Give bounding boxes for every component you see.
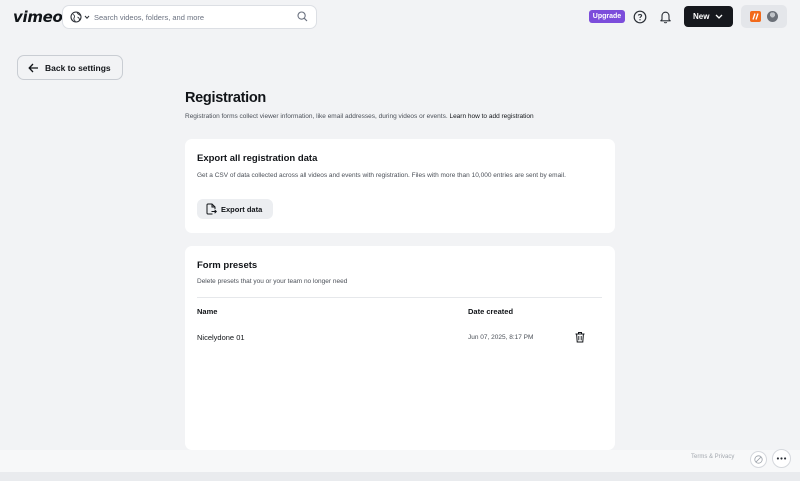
- preset-date-created: Jun 07, 2025, 8:17 PM: [468, 334, 534, 341]
- avatar: [767, 11, 778, 22]
- bell-icon[interactable]: [659, 10, 672, 24]
- form-presets-card: Form presets Delete presets that you or …: [185, 246, 615, 450]
- table-divider: [197, 297, 602, 298]
- bottom-strip: [0, 472, 800, 481]
- chevron-down-icon[interactable]: [84, 14, 90, 20]
- globe-icon[interactable]: [70, 11, 82, 23]
- search-icon[interactable]: [297, 11, 308, 22]
- help-icon[interactable]: [633, 10, 647, 24]
- page-description-text: Registration forms collect viewer inform…: [185, 113, 448, 120]
- chevron-down-icon: [715, 14, 723, 19]
- theme-toggle-button[interactable]: [750, 451, 767, 468]
- search-bar[interactable]: [62, 5, 317, 29]
- page-description: Registration forms collect viewer inform…: [185, 113, 534, 120]
- export-card-description: Get a CSV of data collected across all v…: [197, 172, 566, 179]
- search-input[interactable]: [94, 9, 289, 25]
- new-button-label: New: [693, 12, 710, 21]
- export-card-title: Export all registration data: [197, 153, 318, 164]
- vimeo-logo[interactable]: vimeo: [13, 8, 63, 26]
- more-options-button[interactable]: [772, 449, 791, 468]
- back-to-settings-button[interactable]: Back to settings: [17, 55, 123, 80]
- top-navigation-bar: vimeo Upgrade New: [0, 0, 800, 34]
- team-logo: [750, 11, 761, 22]
- terms-privacy-link[interactable]: Terms & Privacy: [691, 454, 734, 460]
- learn-registration-link[interactable]: Learn how to add registration: [449, 113, 533, 120]
- presets-card-description: Delete presets that you or your team no …: [197, 278, 348, 285]
- column-header-name: Name: [197, 307, 218, 316]
- export-data-button[interactable]: Export data: [197, 199, 273, 219]
- presets-card-title: Form presets: [197, 260, 258, 271]
- column-header-date-created: Date created: [468, 307, 514, 316]
- footer: Terms & Privacy: [0, 449, 800, 472]
- preset-name: Nicelydone 01: [197, 333, 245, 342]
- new-button[interactable]: New: [684, 6, 733, 27]
- export-button-label: Export data: [221, 205, 263, 214]
- account-switcher[interactable]: [741, 5, 787, 28]
- theme-icon: [754, 455, 763, 464]
- delete-preset-button[interactable]: [574, 331, 586, 343]
- arrow-left-icon: [28, 63, 38, 73]
- page-title: Registration: [185, 90, 266, 106]
- upgrade-button[interactable]: Upgrade: [589, 10, 625, 23]
- document-export-icon: [206, 203, 217, 215]
- back-button-label: Back to settings: [45, 63, 111, 73]
- export-data-card: Export all registration data Get a CSV o…: [185, 139, 615, 233]
- trash-icon: [575, 332, 585, 343]
- more-icon: [776, 457, 787, 460]
